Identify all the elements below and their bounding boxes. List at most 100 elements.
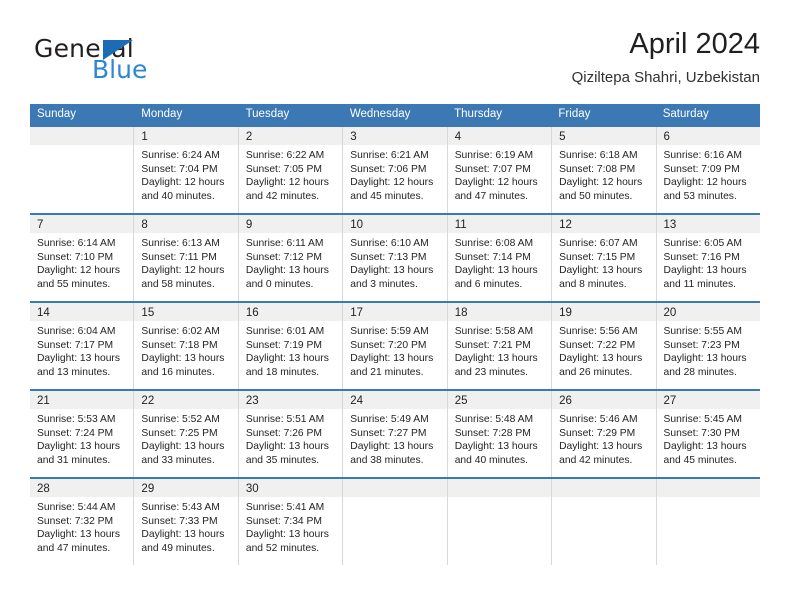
daylight-text-line1: Daylight: 12 hours	[245, 177, 329, 189]
daylight-text-line2: and 50 minutes.	[559, 190, 633, 202]
day-cell[interactable]: 26 Sunrise: 5:46 AM Sunset: 7:29 PM Dayl…	[552, 391, 657, 477]
daylight-text-line2: and 47 minutes.	[454, 190, 528, 202]
day-details: Sunrise: 6:07 AM Sunset: 7:15 PM Dayligh…	[552, 233, 655, 291]
day-cell[interactable]: 30 Sunrise: 5:41 AM Sunset: 7:34 PM Dayl…	[238, 479, 344, 565]
sunset-text: Sunset: 7:28 PM	[454, 427, 531, 439]
day-cell[interactable]: 10 Sunrise: 6:10 AM Sunset: 7:13 PM Dayl…	[343, 215, 448, 301]
day-details: Sunrise: 6:22 AM Sunset: 7:05 PM Dayligh…	[239, 145, 342, 203]
daylight-text-line1: Daylight: 13 hours	[245, 353, 329, 365]
sunset-text: Sunset: 7:20 PM	[350, 339, 427, 351]
day-cell[interactable]: 1 Sunrise: 6:24 AM Sunset: 7:04 PM Dayli…	[134, 127, 239, 213]
dow-monday: Monday	[141, 108, 183, 120]
day-details: Sunrise: 6:21 AM Sunset: 7:06 PM Dayligh…	[343, 145, 446, 203]
day-cell[interactable]: 9 Sunrise: 6:11 AM Sunset: 7:12 PM Dayli…	[238, 215, 344, 301]
sunset-text: Sunset: 7:19 PM	[245, 339, 322, 351]
day-number-band: 11	[447, 215, 552, 233]
daylight-text-line2: and 18 minutes.	[245, 366, 320, 378]
day-number: 1	[141, 131, 148, 143]
day-cell[interactable]: 18 Sunrise: 5:58 AM Sunset: 7:21 PM Dayl…	[447, 303, 553, 389]
sunset-text: Sunset: 7:29 PM	[559, 427, 636, 439]
day-cell[interactable]: 20 Sunrise: 5:55 AM Sunset: 7:23 PM Dayl…	[656, 303, 760, 389]
sunset-text: Sunset: 7:21 PM	[454, 339, 531, 351]
dow-thursday: Thursday	[454, 108, 503, 120]
day-cell[interactable]: 29 Sunrise: 5:43 AM Sunset: 7:33 PM Dayl…	[134, 479, 239, 565]
day-cell[interactable]: 28 Sunrise: 5:44 AM Sunset: 7:32 PM Dayl…	[30, 479, 135, 565]
sunrise-text: Sunrise: 5:53 AM	[37, 414, 116, 425]
daylight-text-line1: Daylight: 13 hours	[245, 529, 329, 541]
day-cell	[343, 479, 448, 565]
day-details: Sunrise: 5:43 AM Sunset: 7:33 PM Dayligh…	[134, 497, 237, 555]
day-number: 9	[245, 219, 253, 231]
day-number-band: 21	[30, 391, 134, 409]
sunrise-text: Sunrise: 6:18 AM	[559, 150, 638, 161]
day-cell[interactable]: 21 Sunrise: 5:53 AM Sunset: 7:24 PM Dayl…	[30, 391, 135, 477]
day-cell[interactable]: 12 Sunrise: 6:07 AM Sunset: 7:15 PM Dayl…	[552, 215, 657, 301]
sunrise-text: Sunrise: 6:19 AM	[454, 150, 534, 161]
day-number: 18	[454, 307, 468, 319]
day-cell[interactable]: 24 Sunrise: 5:49 AM Sunset: 7:27 PM Dayl…	[343, 391, 448, 477]
day-cell[interactable]: 13 Sunrise: 6:05 AM Sunset: 7:16 PM Dayl…	[656, 215, 760, 301]
day-number: 12	[559, 219, 572, 231]
sunset-text: Sunset: 7:23 PM	[663, 339, 740, 351]
day-details: Sunrise: 5:44 AM Sunset: 7:32 PM Dayligh…	[30, 497, 133, 555]
sunrise-text: Sunrise: 6:08 AM	[454, 238, 534, 249]
day-number-band: 19	[552, 303, 656, 321]
day-number-band: 29	[134, 479, 238, 497]
daylight-text-line1: Daylight: 13 hours	[245, 265, 329, 277]
day-number: 4	[454, 131, 462, 143]
sunrise-text: Sunrise: 5:43 AM	[141, 502, 220, 513]
page-header: General Blue April 2024 Qiziltepa Shahri…	[30, 28, 760, 96]
day-number: 23	[245, 395, 259, 407]
daylight-text-line2: and 49 minutes.	[141, 542, 215, 554]
day-cell[interactable]: 7 Sunrise: 6:14 AM Sunset: 7:10 PM Dayli…	[30, 215, 135, 301]
day-cell[interactable]: 6 Sunrise: 6:16 AM Sunset: 7:09 PM Dayli…	[656, 127, 760, 213]
sunset-text: Sunset: 7:26 PM	[245, 427, 322, 439]
day-cell[interactable]: 22 Sunrise: 5:52 AM Sunset: 7:25 PM Dayl…	[134, 391, 239, 477]
day-cell[interactable]: 23 Sunrise: 5:51 AM Sunset: 7:26 PM Dayl…	[238, 391, 344, 477]
day-details: Sunrise: 5:45 AM Sunset: 7:30 PM Dayligh…	[657, 409, 760, 467]
day-number: 27	[663, 395, 677, 407]
day-number-band: 3	[343, 127, 447, 145]
daylight-text-line2: and 26 minutes.	[559, 366, 633, 378]
day-cell[interactable]: 19 Sunrise: 5:56 AM Sunset: 7:22 PM Dayl…	[552, 303, 657, 389]
day-details: Sunrise: 5:51 AM Sunset: 7:26 PM Dayligh…	[239, 409, 342, 467]
day-details: Sunrise: 6:19 AM Sunset: 7:07 PM Dayligh…	[448, 145, 551, 203]
day-cell[interactable]: 14 Sunrise: 6:04 AM Sunset: 7:17 PM Dayl…	[30, 303, 135, 389]
day-number: 13	[663, 219, 677, 231]
daylight-text-line1: Daylight: 12 hours	[37, 265, 120, 277]
day-number-band	[343, 479, 447, 497]
day-cell[interactable]: 11 Sunrise: 6:08 AM Sunset: 7:14 PM Dayl…	[447, 215, 553, 301]
daylight-text-line1: Daylight: 13 hours	[663, 353, 747, 365]
daylight-text-line1: Daylight: 13 hours	[37, 353, 120, 365]
day-cell[interactable]: 17 Sunrise: 5:59 AM Sunset: 7:20 PM Dayl…	[343, 303, 448, 389]
day-number: 19	[559, 307, 572, 319]
day-cell[interactable]: 8 Sunrise: 6:13 AM Sunset: 7:11 PM Dayli…	[134, 215, 239, 301]
day-details: Sunrise: 5:53 AM Sunset: 7:24 PM Dayligh…	[30, 409, 133, 467]
day-number-band: 8	[134, 215, 238, 233]
daylight-text-line2: and 31 minutes.	[37, 454, 111, 466]
day-cell[interactable]: 3 Sunrise: 6:21 AM Sunset: 7:06 PM Dayli…	[343, 127, 448, 213]
sunset-text: Sunset: 7:33 PM	[141, 515, 218, 527]
day-number-band	[552, 479, 656, 497]
day-details: Sunrise: 6:04 AM Sunset: 7:17 PM Dayligh…	[30, 321, 133, 379]
sunset-text: Sunset: 7:17 PM	[37, 339, 114, 351]
day-number-band: 28	[30, 479, 134, 497]
daylight-text-line1: Daylight: 12 hours	[559, 177, 643, 189]
day-cell[interactable]: 16 Sunrise: 6:01 AM Sunset: 7:19 PM Dayl…	[238, 303, 344, 389]
sunrise-text: Sunrise: 6:04 AM	[37, 326, 116, 337]
day-number: 6	[663, 131, 670, 143]
daylight-text-line1: Daylight: 13 hours	[141, 529, 225, 541]
sunrise-text: Sunrise: 6:24 AM	[141, 150, 220, 161]
day-cell[interactable]: 4 Sunrise: 6:19 AM Sunset: 7:07 PM Dayli…	[447, 127, 553, 213]
day-cell[interactable]: 15 Sunrise: 6:02 AM Sunset: 7:18 PM Dayl…	[134, 303, 239, 389]
day-number-band: 9	[238, 215, 343, 233]
day-cell[interactable]: 25 Sunrise: 5:48 AM Sunset: 7:28 PM Dayl…	[447, 391, 553, 477]
generalblue-logo[interactable]: General Blue	[30, 34, 220, 90]
day-details: Sunrise: 6:16 AM Sunset: 7:09 PM Dayligh…	[657, 145, 760, 203]
daylight-text-line1: Daylight: 12 hours	[350, 177, 434, 189]
day-cell[interactable]: 27 Sunrise: 5:45 AM Sunset: 7:30 PM Dayl…	[656, 391, 760, 477]
daylight-text-line2: and 21 minutes.	[350, 366, 424, 378]
sunset-text: Sunset: 7:25 PM	[141, 427, 218, 439]
day-cell[interactable]: 2 Sunrise: 6:22 AM Sunset: 7:05 PM Dayli…	[238, 127, 344, 213]
day-cell[interactable]: 5 Sunrise: 6:18 AM Sunset: 7:08 PM Dayli…	[552, 127, 657, 213]
